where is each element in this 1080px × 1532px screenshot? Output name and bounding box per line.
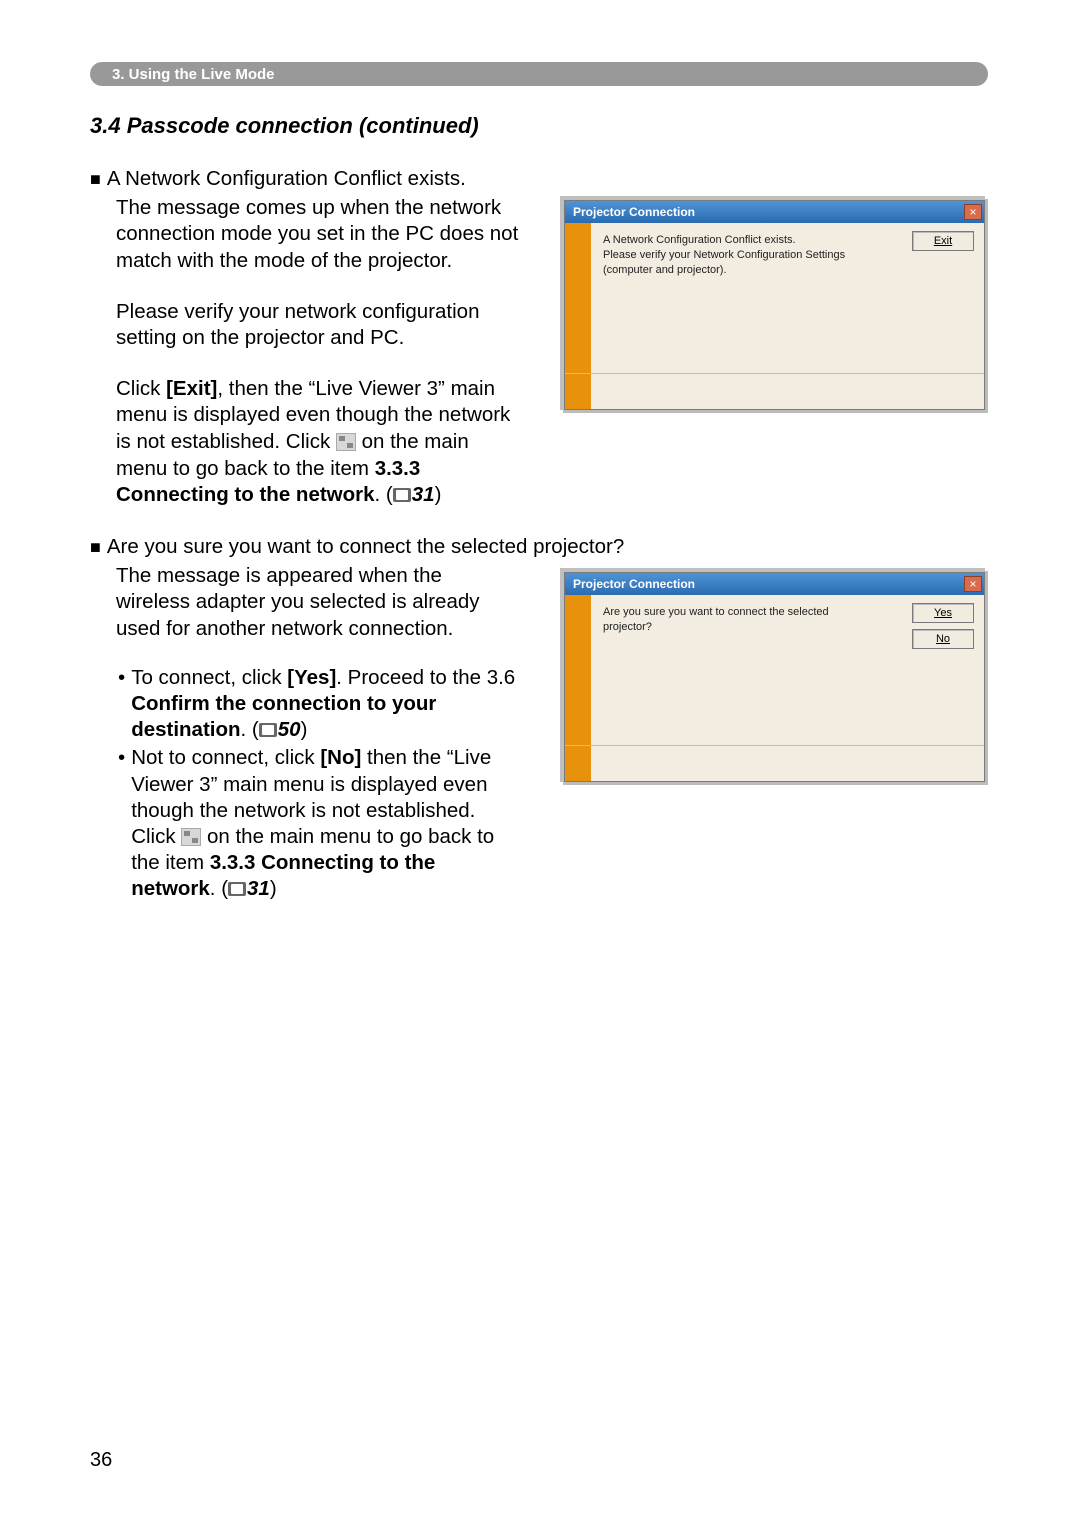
dialog-body: A Network Configuration Conflict exists.… [591,223,984,373]
page-number: 36 [90,1449,112,1472]
close-icon[interactable]: × [964,576,982,592]
dialog-footer [565,373,984,409]
dialog-buttons: Yes No [912,603,974,649]
yes-button[interactable]: Yes [912,603,974,623]
dialog-window: Projector Connection × Are you sure you … [564,572,985,782]
exit-button[interactable]: Exit [912,231,974,251]
paragraph: Click [Exit], then the “Live Viewer 3” m… [90,376,520,509]
book-icon [259,723,277,737]
dialog-screenshot-confirm: Projector Connection × Are you sure you … [560,568,985,782]
book-icon [228,882,246,896]
book-icon [393,488,411,502]
dialog-side-stripe [565,374,591,409]
square-bullet-icon: ■ [90,168,101,191]
dialog-content: A Network Configuration Conflict exists.… [565,223,984,373]
topic-block-conflict: ■ A Network Configuration Conflict exist… [90,166,520,509]
bullet-heading: ■ A Network Configuration Conflict exist… [90,166,520,193]
paragraph: The message is appeared when the wireles… [90,563,520,643]
bullet-title: A Network Configuration Conflict exists. [107,166,466,193]
sub-bullet-list: • To connect, click [Yes]. Proceed to th… [90,665,520,903]
bullet-dot-icon: • [118,665,125,691]
bullet-title: Are you sure you want to connect the sel… [107,534,624,561]
bullet-dot-icon: • [118,745,125,771]
dialog-titlebar: Projector Connection × [565,201,984,223]
dialog-buttons: Exit [912,231,974,251]
dialog-titlebar: Projector Connection × [565,573,984,595]
dialog-side-stripe [565,746,591,781]
dialog-window: Projector Connection × A Network Configu… [564,200,985,410]
dialog-side-stripe [565,595,591,745]
dialog-body: Are you sure you want to connect the sel… [591,595,984,745]
network-icon [181,828,201,846]
dialog-message: A Network Configuration Conflict exists.… [603,233,863,278]
dialog-title: Projector Connection [573,577,695,591]
dialog-message: Are you sure you want to connect the sel… [603,605,863,635]
network-icon [336,433,356,451]
dialog-screenshot-conflict: Projector Connection × A Network Configu… [560,196,985,410]
close-icon[interactable]: × [964,204,982,220]
list-item: • To connect, click [Yes]. Proceed to th… [116,665,520,744]
paragraph: Please verify your network configuration… [90,299,520,352]
dialog-title: Projector Connection [573,205,695,219]
square-bullet-icon: ■ [90,536,101,559]
dialog-content: Are you sure you want to connect the sel… [565,595,984,745]
section-header-text: 3. Using the Live Mode [112,66,275,83]
list-item: • Not to connect, click [No] then the “L… [116,745,520,902]
bullet-heading: ■ Are you sure you want to connect the s… [90,534,990,561]
paragraph: The message comes up when the network co… [90,195,520,275]
dialog-footer [565,745,984,781]
dialog-side-stripe [565,223,591,373]
section-header-bar: 3. Using the Live Mode [90,62,988,86]
page-heading: 3.4 Passcode connection (continued) [90,113,479,139]
no-button[interactable]: No [912,629,974,649]
